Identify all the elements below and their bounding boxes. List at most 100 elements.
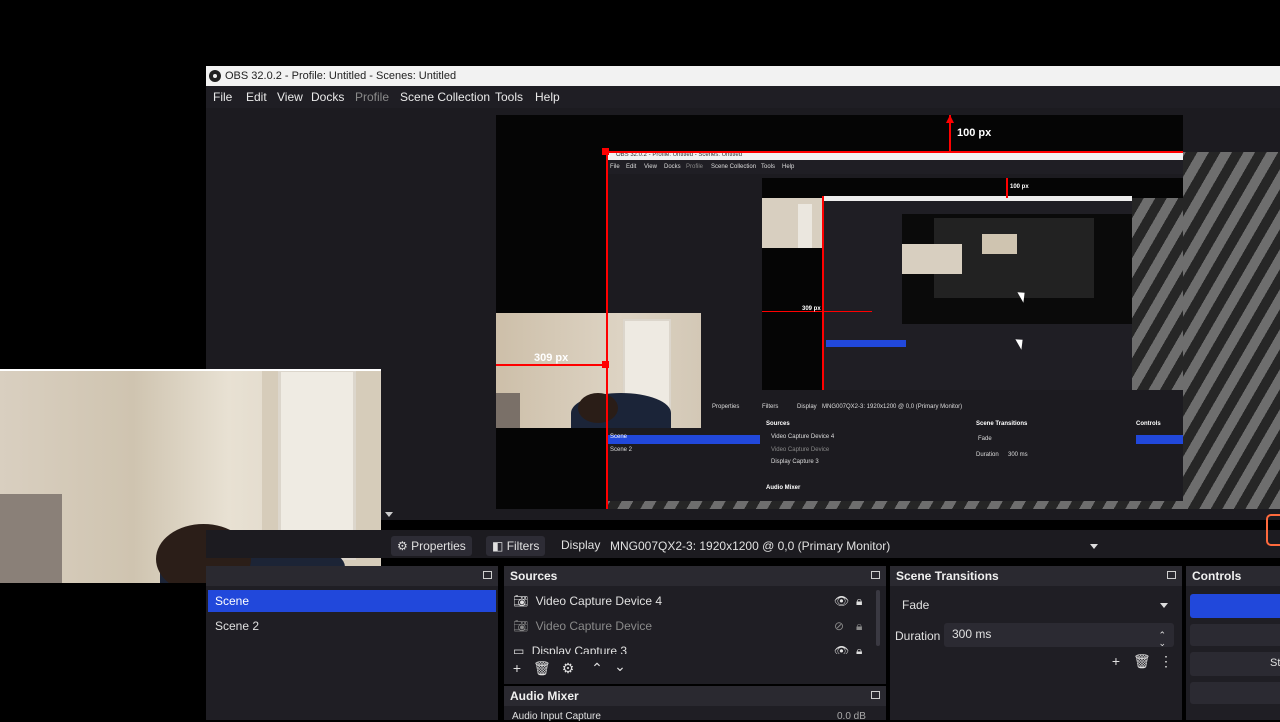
- nested-menu-item: Profile: [686, 164, 704, 170]
- menu-edit[interactable]: Edit: [246, 90, 267, 104]
- audio-channel-label: Audio Input Capture: [512, 711, 601, 722]
- display-select-value: MNG007QX2-3: 1920x1200 @ 0,0 (Primary Mo…: [610, 539, 891, 553]
- chevron-down-icon[interactable]: ⌄: [612, 658, 628, 675]
- sources-dock-header: Sources: [504, 566, 886, 586]
- properties-label: Properties: [411, 539, 466, 553]
- sources-scrollbar[interactable]: [876, 590, 880, 646]
- nested-properties: Properties: [712, 404, 740, 410]
- window-titlebar[interactable]: OBS 32.0.2 - Profile: Untitled - Scenes:…: [206, 66, 1280, 86]
- nested-level-3-preview: [902, 214, 1132, 324]
- properties-button[interactable]: ⚙ Properties: [391, 536, 472, 556]
- menu-tools[interactable]: Tools: [495, 90, 523, 104]
- selection-top-edge: [606, 151, 1183, 153]
- scene-item[interactable]: Scene: [208, 590, 496, 612]
- preview-canvas[interactable]: OBS 32.0.2 - Profile: Untitled - Scenes:…: [496, 115, 1183, 509]
- preview-collapse-icon[interactable]: [385, 512, 393, 517]
- left-distance-guide: [496, 364, 606, 366]
- sources-toolbar: + 🗑︎ ⚙ ⌃ ⌄: [504, 658, 886, 680]
- eye-hidden-icon[interactable]: ⊘: [834, 615, 844, 637]
- studio-mode-button[interactable]: St: [1190, 652, 1280, 676]
- top-distance-arrow-icon: [946, 115, 954, 123]
- chevron-down-icon[interactable]: ⌄: [1158, 632, 1166, 654]
- start-streaming-button[interactable]: [1190, 594, 1280, 618]
- trash-icon[interactable]: 🗑︎: [1133, 653, 1151, 670]
- float-dock-icon[interactable]: [871, 571, 880, 579]
- filter-icon: ◧: [492, 539, 504, 553]
- selection-left-edge: [606, 151, 608, 509]
- nested-menu-item: View: [644, 164, 657, 170]
- scene-item[interactable]: Scene 2: [208, 615, 496, 637]
- duration-input[interactable]: 300 ms ⌃ ⌄: [944, 623, 1174, 648]
- webcam-border: [0, 369, 381, 371]
- add-icon[interactable]: +: [509, 660, 525, 676]
- nested-bottom-stripes: [606, 501, 1183, 509]
- top-distance-label: 100 px: [957, 127, 992, 139]
- nested-menu-item: Tools: [761, 164, 776, 170]
- controls-partial-label: St: [1270, 657, 1280, 669]
- gear-icon: ⚙: [397, 539, 408, 553]
- chevron-down-icon: [1090, 544, 1098, 549]
- gear-icon[interactable]: ⚙: [560, 660, 576, 677]
- menu-file[interactable]: File: [213, 90, 232, 104]
- lock-icon[interactable]: 🔒︎: [856, 640, 862, 654]
- trash-icon[interactable]: 🗑︎: [533, 660, 551, 677]
- nested-source-item: Video Capture Device 4: [771, 434, 835, 440]
- eye-icon[interactable]: 👁︎: [834, 590, 849, 612]
- float-dock-icon[interactable]: [871, 691, 880, 699]
- source-label: Display Capture 3: [531, 644, 628, 654]
- nested-source-item: Display Capture 3: [771, 459, 819, 465]
- transition-select[interactable]: Fade: [894, 594, 1178, 616]
- scenes-dock: Scene Scene 2: [206, 566, 498, 720]
- nested-v-guide: [1006, 178, 1008, 198]
- source-label: Video Capture Device: [535, 619, 653, 633]
- float-dock-icon[interactable]: [1167, 571, 1176, 579]
- start-recording-button[interactable]: [1190, 624, 1280, 646]
- nested-filters: Filters: [762, 404, 779, 410]
- selection-handle[interactable]: [602, 148, 609, 155]
- source-item[interactable]: 📷︎ Video Capture Device ⊘ 🔒︎: [506, 615, 884, 637]
- preview-webcam-source[interactable]: [496, 313, 701, 428]
- transitions-title: Scene Transitions: [896, 569, 999, 583]
- more-options-icon[interactable]: ⋮: [1158, 653, 1174, 670]
- lock-icon[interactable]: 🔒︎: [856, 590, 862, 612]
- lock-icon[interactable]: 🔒︎: [856, 615, 862, 637]
- nested-left-distance-label: 309 px: [802, 306, 821, 312]
- source-label: Video Capture Device 4: [535, 594, 663, 608]
- chevron-up-icon[interactable]: ⌃: [589, 660, 605, 677]
- scenes-dock-header: [206, 566, 498, 586]
- nested-level-3-webcam: [902, 244, 962, 274]
- display-select[interactable]: MNG007QX2-3: 1920x1200 @ 0,0 (Primary Mo…: [604, 535, 1104, 557]
- source-item[interactable]: ▭ Display Capture 3 👁︎ 🔒︎: [506, 640, 884, 654]
- source-item[interactable]: 📷︎ Video Capture Device 4 👁︎ 🔒︎: [506, 590, 884, 612]
- transition-select-value: Fade: [902, 598, 930, 612]
- menu-docks[interactable]: Docks: [311, 90, 344, 104]
- nested-menu-item: Edit: [626, 164, 637, 170]
- nested-duration-value: 300 ms: [1008, 452, 1028, 458]
- nested-menubar: File Edit View Docks Profile Scene Colle…: [606, 160, 1183, 174]
- menu-help[interactable]: Help: [535, 90, 560, 104]
- nested-webcam: [762, 198, 822, 248]
- scene-transitions-dock: Scene Transitions Fade Duration 300 ms ⌃…: [890, 566, 1182, 720]
- menu-view[interactable]: View: [277, 90, 303, 104]
- settings-button[interactable]: [1190, 682, 1280, 704]
- left-distance-label: 309 px: [534, 352, 569, 364]
- audio-channel-level: 0.0 dB: [837, 711, 866, 722]
- nested-sources-header: Sources: [766, 421, 790, 427]
- add-icon[interactable]: +: [1108, 653, 1124, 669]
- menu-profile[interactable]: Profile: [355, 90, 389, 104]
- nested-scene-item: Scene 2: [610, 447, 633, 453]
- menu-scene-collection[interactable]: Scene Collection: [400, 90, 490, 104]
- obs-logo-icon: [209, 70, 221, 82]
- eye-icon[interactable]: 👁︎: [834, 640, 849, 654]
- nested-menu-item: File: [610, 164, 620, 170]
- nested-level-2-titlebar: [822, 196, 1132, 201]
- filters-button[interactable]: ◧ Filters: [486, 536, 546, 556]
- notification-badge-icon[interactable]: [1266, 514, 1280, 546]
- window-title: OBS 32.0.2 - Profile: Untitled - Scenes:…: [225, 70, 457, 82]
- nested-controls-button: [1136, 435, 1183, 444]
- display-label: Display: [561, 538, 601, 552]
- duration-value: 300 ms: [952, 627, 992, 641]
- float-dock-icon[interactable]: [483, 571, 492, 579]
- nested-level-2-docks: [822, 326, 1132, 390]
- nested-scene-item: Scene: [610, 434, 628, 440]
